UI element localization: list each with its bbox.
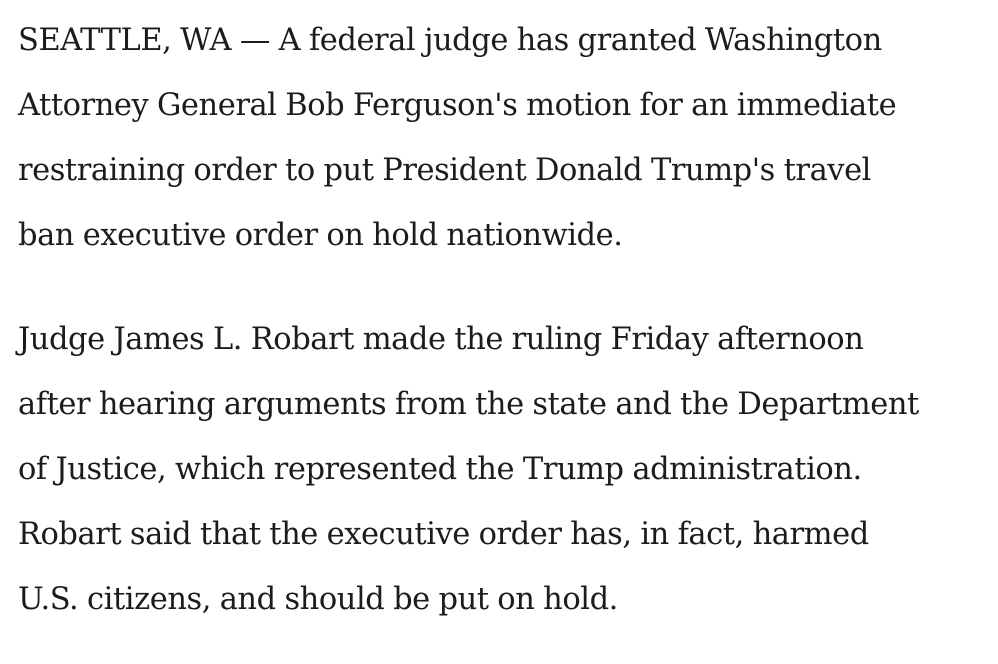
paragraph-line: ban executive order on hold nationwide. <box>18 218 623 253</box>
paragraph-line: restraining order to put President Donal… <box>18 153 871 188</box>
paragraph-line: Attorney General Bob Ferguson's motion f… <box>18 88 897 123</box>
paragraph-line: SEATTLE, WA — A federal judge has grante… <box>18 23 882 58</box>
paragraph-line: of Justice, which represented the Trump … <box>18 452 862 487</box>
article-body: SEATTLE, WA — A federal judge has grante… <box>18 8 983 632</box>
article-paragraph-2: Judge James L. Robart made the ruling Fr… <box>18 307 983 632</box>
paragraph-line: after hearing arguments from the state a… <box>18 387 919 422</box>
paragraph-line: U.S. citizens, and should be put on hold… <box>18 582 618 617</box>
article-paragraph-1: SEATTLE, WA — A federal judge has grante… <box>18 8 983 268</box>
paragraph-line: Judge James L. Robart made the ruling Fr… <box>18 322 864 357</box>
paragraph-line: Robart said that the executive order has… <box>18 517 869 552</box>
